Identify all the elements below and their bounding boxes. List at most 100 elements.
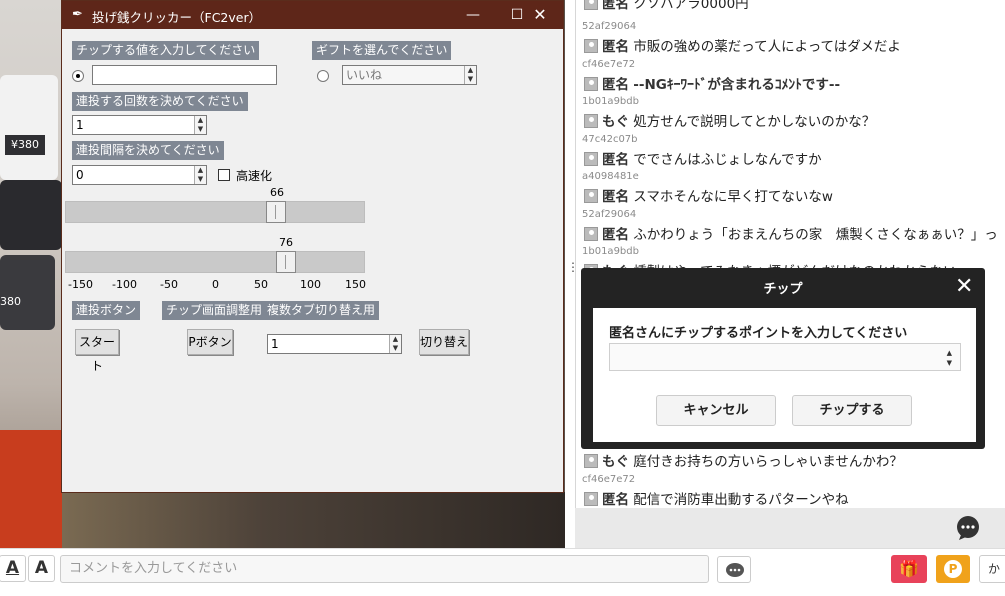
chat-user-id: 47c42c07b [582,134,638,145]
chip-value-input[interactable] [92,65,277,85]
avatar-icon [584,454,598,468]
close-button[interactable]: ✕ [517,1,563,29]
tip-prompt: 匿名さんにチップするポイントを入力してください [609,326,908,341]
slider1-track[interactable] [65,201,365,223]
slider2-track[interactable] [65,251,365,273]
tip-confirm-button[interactable]: チップする [792,395,912,426]
chat-message: 匿名 スマホそんなに早く打てないなw [584,185,833,205]
tab-value: 1 [271,337,279,351]
fast-mode-label: 高速化 [236,169,273,183]
comment-input[interactable]: コメントを入力してください [60,555,709,583]
point-button[interactable]: P [936,555,970,583]
repeat-count-value: 1 [76,118,84,132]
avatar-icon [584,492,598,506]
interval-spinbox[interactable]: 0 ▲ ▼ [72,165,207,185]
spin-arrows-icon[interactable]: ▲ ▼ [464,66,476,84]
chat-bubble-icon[interactable] [951,509,985,543]
feather-icon: ✒ [72,7,83,22]
chat-user-id: a4098481e [582,171,639,182]
video-shirt-dark [0,180,62,250]
chip-adjust-label: チップ画面調整用 [162,301,267,320]
tab-spinbox[interactable]: 1 ▲ ▼ [267,334,402,354]
emoji-button[interactable] [717,556,751,583]
avatar-icon [584,189,598,203]
video-bottom [62,492,565,548]
tick-label: 50 [254,278,268,291]
video-price-tag-2: 380 [0,295,21,308]
window-title: 投げ銭クリッカー（FC2ver） [92,10,262,25]
interval-label: 連投間隔を決めてください [72,141,224,160]
spin-arrows-icon[interactable]: ▲ ▼ [194,166,206,184]
slider1-value: 66 [270,186,284,199]
chat-user-id: 52af29064 [582,209,637,220]
chat-user-id: cf46e7e72 [582,59,636,70]
extra-button[interactable]: か [979,555,1005,583]
tip-amount-input[interactable]: ▲ ▼ [609,343,961,371]
p-button[interactable]: Pボタン [187,329,233,355]
tick-label: 0 [212,278,219,291]
chat-footer [575,508,1005,548]
cancel-button[interactable]: キャンセル [656,395,776,426]
gift-radio[interactable] [317,70,329,82]
chat-message: 匿名 --NGｷｰﾜｰﾄﾞが含まれるｺﾒﾝﾄです-- [584,73,840,93]
avatar-icon [584,114,598,128]
chat-message: 匿名 ふかわりょう「おまえんちの家 燻製くさくなぁぁい？」っ [584,223,1005,243]
tick-label: 150 [345,278,366,291]
avatar-icon [584,0,598,10]
point-icon: P [944,560,962,578]
chat-message: もぐ 庭付きお持ちの方いらっしゃいませんかわ？ [584,450,903,470]
comment-bar: A A コメントを入力してください 🎁 P か [0,548,1005,596]
tick-label: -100 [112,278,137,291]
repeat-count-label: 連投する回数を決めてください [72,92,248,111]
clicker-window: ✒ 投げ銭クリッカー（FC2ver） — ☐ ✕ チップする値を入力してください… [61,0,564,493]
minimize-button[interactable]: — [450,1,496,29]
tip-dialog-title: チップ [763,282,803,297]
tip-dialog: チップ ✕ 匿名さんにチップするポイントを入力してください ▲ ▼ キャンセル チ… [581,268,985,449]
avatar-icon [584,39,598,53]
gift-select-value: いいね [346,68,383,82]
video-price-tag: ¥380 [5,135,45,155]
spin-arrows-icon[interactable]: ▲ ▼ [389,335,401,353]
switch-button[interactable]: 切り替え [419,329,469,355]
chat-message: 匿名 配信で消防車出動するパターンやね [584,488,849,508]
avatar-icon [584,152,598,166]
chat-message: もぐ 処方せんで説明してとかしないのかな？ [584,110,875,130]
start-button[interactable]: スタート [75,329,119,373]
video-shirt-dark-2 [0,255,55,330]
tip-dialog-body: 匿名さんにチップするポイントを入力してください ▲ ▼ キャンセル チップする [593,308,976,442]
spin-arrows-icon[interactable]: ▲ ▼ [194,116,206,134]
avatar-icon [584,227,598,241]
chat-message: 匿名 ででさんはふじょしなんですか [584,148,822,168]
tick-label: 100 [300,278,321,291]
gift-button[interactable]: 🎁 [891,555,927,583]
chat-user-id: 52af29064 [582,21,637,32]
slider2-value: 76 [279,236,293,249]
tick-label: -50 [160,278,178,291]
video-floor [0,430,70,548]
clicker-titlebar[interactable]: ✒ 投げ銭クリッカー（FC2ver） — ☐ ✕ [62,1,563,29]
interval-value: 0 [76,168,84,182]
close-icon[interactable]: ✕ [955,274,973,299]
slider2-handle[interactable] [276,251,296,273]
chat-user-id: cf46e7e72 [582,474,636,485]
multitab-label: 複数タブ切り替え用 [263,301,380,320]
gift-select[interactable]: いいね ▲ ▼ [342,65,477,85]
rapid-label: 連投ボタン [72,301,141,320]
font-color-button[interactable]: A [0,555,26,582]
tick-label: -150 [68,278,93,291]
chip-value-radio[interactable] [72,70,84,82]
fast-mode-checkbox[interactable] [218,169,230,181]
repeat-count-spinbox[interactable]: 1 ▲ ▼ [72,115,207,135]
avatar-icon [584,77,598,91]
video-shirt-white [0,75,58,180]
chat-message: 匿名 クソバアラ0000円 [584,0,749,12]
gift-label: ギフトを選んでください [312,41,452,60]
chat-message: 匿名 市販の強めの薬だって人によってはダメだよ [584,35,901,55]
spin-arrows-icon[interactable]: ▲ ▼ [947,348,952,368]
resize-handle-icon[interactable]: ⋮ [567,260,579,280]
chip-value-label: チップする値を入力してください [72,41,260,60]
chat-user-id: 1b01a9bdb [582,96,639,107]
slider1-handle[interactable] [266,201,286,223]
chat-user-id: 1b01a9bdb [582,246,639,257]
font-size-button[interactable]: A [28,555,55,582]
